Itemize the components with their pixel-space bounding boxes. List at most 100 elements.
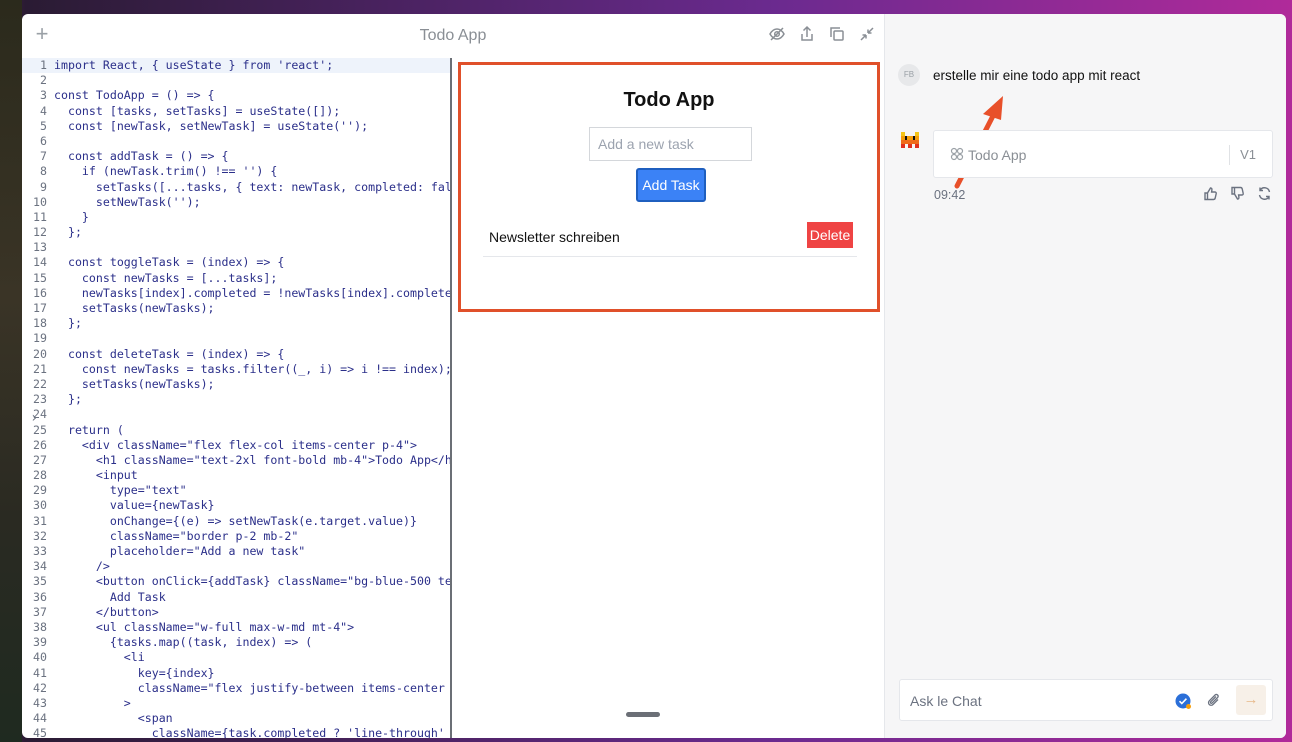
code-line[interactable]: 14 const toggleTask = (index) => { xyxy=(22,255,450,270)
code-line[interactable]: 16 newTasks[index].completed = !newTasks… xyxy=(22,286,450,301)
code-line[interactable]: 9 setTasks([...tasks, { text: newTask, c… xyxy=(22,180,450,195)
code-text: placeholder="Add a new task" xyxy=(54,544,306,558)
code-editor[interactable]: 1 import React, { useState } from 'react'… xyxy=(22,58,452,738)
code-line[interactable]: 28 <input xyxy=(22,468,450,483)
code-line[interactable]: 33 placeholder="Add a new task" xyxy=(22,544,450,559)
code-line[interactable]: 5 const [newTask, setNewTask] = useState… xyxy=(22,119,450,134)
line-number: 20 xyxy=(33,346,47,361)
line-number: 34 xyxy=(33,559,47,574)
code-line[interactable]: 25 return ( xyxy=(22,423,450,438)
line-number: 28 xyxy=(33,468,47,483)
line-number: 43 xyxy=(33,695,47,710)
code-line[interactable]: 17 setTasks(newTasks); xyxy=(22,301,450,316)
code-text: </button> xyxy=(54,604,159,619)
code-line[interactable]: 27 <h1 className="text-2xl font-bold mb-… xyxy=(22,453,450,468)
code-line[interactable]: 10 setNewTask(''); xyxy=(22,195,450,210)
code-line[interactable]: 1 import React, { useState } from 'react'… xyxy=(22,58,450,74)
code-line[interactable]: 34 /> xyxy=(22,559,450,574)
chevron-right-icon[interactable]: › xyxy=(30,410,38,426)
line-number: 35 xyxy=(33,574,47,589)
line-number: 41 xyxy=(33,665,47,680)
thumbs-down-icon[interactable] xyxy=(1230,186,1245,201)
code-line[interactable]: 19 xyxy=(22,331,450,346)
task-text[interactable]: Newsletter schreiben xyxy=(489,229,620,245)
thumbs-up-icon[interactable] xyxy=(1203,186,1218,201)
code-line[interactable]: 41 key={index} xyxy=(22,666,450,681)
code-line[interactable]: 45 className={task.completed ? 'line-thr… xyxy=(22,726,450,738)
code-text: type="text" xyxy=(54,483,187,498)
code-text: key={index} xyxy=(54,665,215,680)
code-text: setTasks(newTasks); xyxy=(54,301,215,315)
regenerate-icon[interactable] xyxy=(1257,186,1272,201)
code-line[interactable]: 15 const newTasks = [...tasks]; xyxy=(22,271,450,286)
code-line[interactable]: 30 value={newTask} xyxy=(22,498,450,513)
code-line[interactable]: 26 <div className="flex flex-col items-c… xyxy=(22,438,450,453)
code-line[interactable]: 12 }; xyxy=(22,225,450,240)
code-line[interactable]: 4 const [tasks, setTasks] = useState([])… xyxy=(22,104,450,119)
code-line[interactable]: 3 const TodoApp = () => { xyxy=(22,88,450,103)
code-line[interactable]: 31 onChange={(e) => setNewTask(e.target.… xyxy=(22,514,450,529)
chat-input[interactable] xyxy=(910,688,1160,714)
code-line[interactable]: 35 <button onClick={addTask} className="… xyxy=(22,574,450,589)
verified-check-icon[interactable] xyxy=(1175,693,1192,710)
code-line[interactable]: 23 }; xyxy=(22,392,450,407)
code-text: <h1 className="text-2xl font-bold mb-4">… xyxy=(54,452,452,467)
code-line[interactable]: 39 {tasks.map((task, index) => ( xyxy=(22,635,450,650)
line-number: 39 xyxy=(33,635,47,650)
line-number: 8 xyxy=(40,164,47,179)
code-line[interactable]: 32 className="border p-2 mb-2" xyxy=(22,529,450,544)
chat-panel: FB erstelle mir eine todo app mit react xyxy=(884,14,1286,738)
share-icon[interactable] xyxy=(798,25,816,43)
add-task-button[interactable]: Add Task xyxy=(636,168,706,202)
mistral-logo xyxy=(901,132,919,148)
line-number: 40 xyxy=(33,650,47,665)
new-task-input[interactable] xyxy=(589,127,752,161)
artifact-icon xyxy=(950,147,964,161)
line-number: 6 xyxy=(40,133,47,148)
code-line[interactable]: 43 > xyxy=(22,696,450,711)
eye-off-icon[interactable] xyxy=(768,25,786,43)
code-line[interactable]: 18 }; xyxy=(22,316,450,331)
code-line[interactable]: 7 const addTask = () => { xyxy=(22,149,450,164)
code-text: const deleteTask = (index) => { xyxy=(54,346,285,361)
plus-icon[interactable]: + xyxy=(32,23,52,45)
code-line[interactable]: 13 xyxy=(22,240,450,255)
code-line[interactable]: 21 const newTasks = tasks.filter((_, i) … xyxy=(22,362,450,377)
code-line[interactable]: 24 xyxy=(22,407,450,422)
task-item[interactable]: Newsletter schreiben Delete xyxy=(483,219,857,257)
code-line[interactable]: 20 const deleteTask = (index) => { xyxy=(22,347,450,362)
code-line[interactable]: 8 if (newTask.trim() !== '') { xyxy=(22,164,450,179)
code-line[interactable]: 44 <span xyxy=(22,711,450,726)
send-button[interactable]: → xyxy=(1236,685,1266,715)
delete-button[interactable]: Delete xyxy=(807,222,853,248)
code-line[interactable]: 11 } xyxy=(22,210,450,225)
code-text: <button onClick={addTask} className="bg-… xyxy=(54,574,452,589)
code-line[interactable]: 38 <ul className="w-full max-w-md mt-4"> xyxy=(22,620,450,635)
line-number: 13 xyxy=(33,240,47,255)
collapse-icon[interactable] xyxy=(858,25,876,43)
line-number: 31 xyxy=(33,513,47,528)
code-text: const TodoApp = () => { xyxy=(54,88,215,103)
code-line[interactable]: 2 xyxy=(22,73,450,88)
code-line[interactable]: 6 xyxy=(22,134,450,149)
code-line[interactable]: 29 type="text" xyxy=(22,483,450,498)
code-line[interactable]: 22 setTasks(newTasks); xyxy=(22,377,450,392)
code-line[interactable]: 36 Add Task xyxy=(22,590,450,605)
code-text: className={task.completed ? 'line-throug… xyxy=(54,726,452,738)
line-number: 18 xyxy=(33,316,47,331)
code-text: }; xyxy=(54,316,82,331)
line-number: 30 xyxy=(33,498,47,513)
code-line[interactable]: 40 <li xyxy=(22,650,450,665)
line-number: 4 xyxy=(40,103,47,118)
artifact-version[interactable]: V1 xyxy=(1240,147,1256,162)
copy-icon[interactable] xyxy=(828,25,846,43)
artifact-card[interactable]: Todo App V1 xyxy=(933,130,1273,178)
line-number: 36 xyxy=(33,589,47,604)
code-text: <div className="flex flex-col items-cent… xyxy=(54,437,417,452)
code-text: if (newTask.trim() !== '') { xyxy=(54,164,278,179)
line-number: 21 xyxy=(33,361,47,376)
code-line[interactable]: 37 </button> xyxy=(22,605,450,620)
resize-handle[interactable] xyxy=(626,712,660,717)
paperclip-icon[interactable] xyxy=(1206,692,1223,709)
code-line[interactable]: 42 className="flex justify-between items… xyxy=(22,681,450,696)
